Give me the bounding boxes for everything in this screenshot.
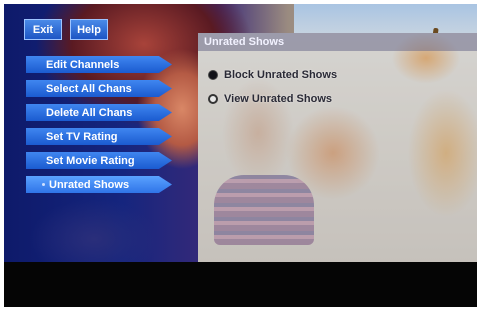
option-block-unrated-shows[interactable]: Block Unrated Shows [208, 66, 337, 84]
exit-button[interactable]: Exit [24, 19, 62, 40]
tv-screen: Exit Help Edit Channels Select All Chans… [4, 4, 477, 307]
unrated-shows-panel: Unrated Shows Block Unrated Shows View U… [198, 33, 477, 262]
menu-item-label: Set TV Rating [46, 130, 118, 143]
option-label: Block Unrated Shows [224, 69, 338, 81]
option-view-unrated-shows[interactable]: View Unrated Shows [208, 90, 332, 108]
background-child [214, 175, 314, 245]
option-label: View Unrated Shows [224, 93, 332, 105]
menu-item-delete-all-chans[interactable]: Delete All Chans [26, 104, 172, 121]
menu-item-unrated-shows[interactable]: Unrated Shows [26, 176, 172, 193]
radio-unselected-icon [208, 94, 218, 104]
menu-item-set-movie-rating[interactable]: Set Movie Rating [26, 152, 172, 169]
menu-item-label: Select All Chans [46, 82, 132, 95]
menu-item-label: Delete All Chans [46, 106, 133, 119]
menu-item-label: Set Movie Rating [46, 154, 135, 167]
menu-item-label: Edit Channels [46, 58, 120, 71]
radio-selected-icon [208, 70, 218, 80]
menu-item-select-all-chans[interactable]: Select All Chans [26, 80, 172, 97]
bottom-bar [4, 262, 477, 307]
panel-title: Unrated Shows [198, 33, 477, 51]
menu-item-edit-channels[interactable]: Edit Channels [26, 56, 172, 73]
help-button[interactable]: Help [70, 19, 108, 40]
menu-item-set-tv-rating[interactable]: Set TV Rating [26, 128, 172, 145]
selection-bullet [42, 183, 45, 186]
menu-item-label: Unrated Shows [49, 178, 130, 191]
